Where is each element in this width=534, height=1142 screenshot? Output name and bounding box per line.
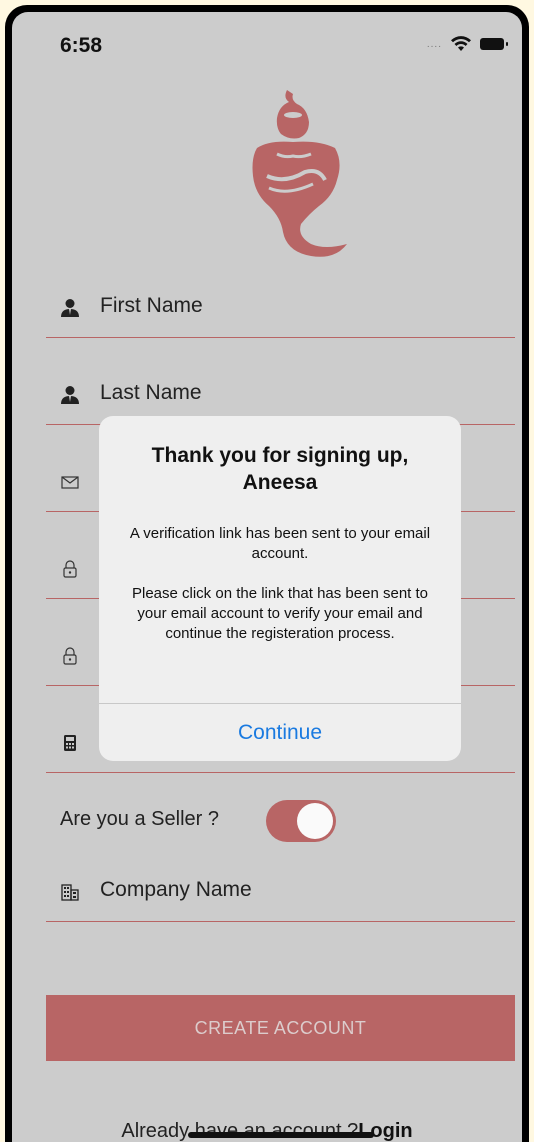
phone-icon (64, 735, 76, 751)
signal-icon: .... (426, 38, 442, 50)
alert-title: Thank you for signing up, Aneesa (151, 444, 409, 494)
person-icon (61, 299, 79, 317)
app-screen: 6:58 .... First Name Last Name Are you a… (12, 12, 522, 1142)
device-frame: 6:58 .... First Name Last Name Are you a… (5, 5, 529, 1142)
person-icon (61, 386, 79, 404)
company-name-placeholder: Company Name (100, 878, 252, 901)
battery-icon (480, 38, 508, 50)
login-link[interactable]: Login (358, 1120, 412, 1142)
first-name-placeholder: First Name (100, 294, 203, 317)
mail-icon (61, 476, 79, 489)
last-name-placeholder: Last Name (100, 381, 202, 404)
seller-toggle[interactable] (266, 800, 336, 842)
genie-logo (252, 90, 347, 257)
status-time: 6:58 (60, 34, 103, 57)
lock-icon (63, 647, 77, 665)
alert-message: A verification link has been sent to you… (121, 524, 439, 644)
login-prompt-text: Already have an account ? (121, 1120, 359, 1142)
login-prompt: Already have an account ?Login (12, 1120, 522, 1142)
seller-label: Are you a Seller ? (60, 808, 219, 830)
toggle-knob (297, 803, 333, 839)
alert-message-line-2: Please click on the link that has been s… (131, 585, 428, 642)
field-underline (46, 921, 515, 922)
status-icons: .... (426, 36, 508, 52)
field-underline (46, 337, 515, 338)
signup-alert-dialog: Thank you for signing up, Aneesa A verif… (99, 416, 461, 761)
alert-message-line-1: A verification link has been sent to you… (129, 525, 431, 562)
company-name-field[interactable]: Company Name (46, 862, 515, 922)
building-icon (61, 884, 79, 901)
continue-button[interactable]: Continue (99, 704, 461, 761)
home-indicator (188, 1132, 374, 1138)
create-account-button[interactable]: CREATE ACCOUNT (46, 995, 515, 1061)
wifi-icon (451, 36, 471, 51)
lock-icon (63, 560, 77, 578)
field-underline (46, 772, 515, 773)
first-name-field[interactable]: First Name (46, 278, 515, 338)
